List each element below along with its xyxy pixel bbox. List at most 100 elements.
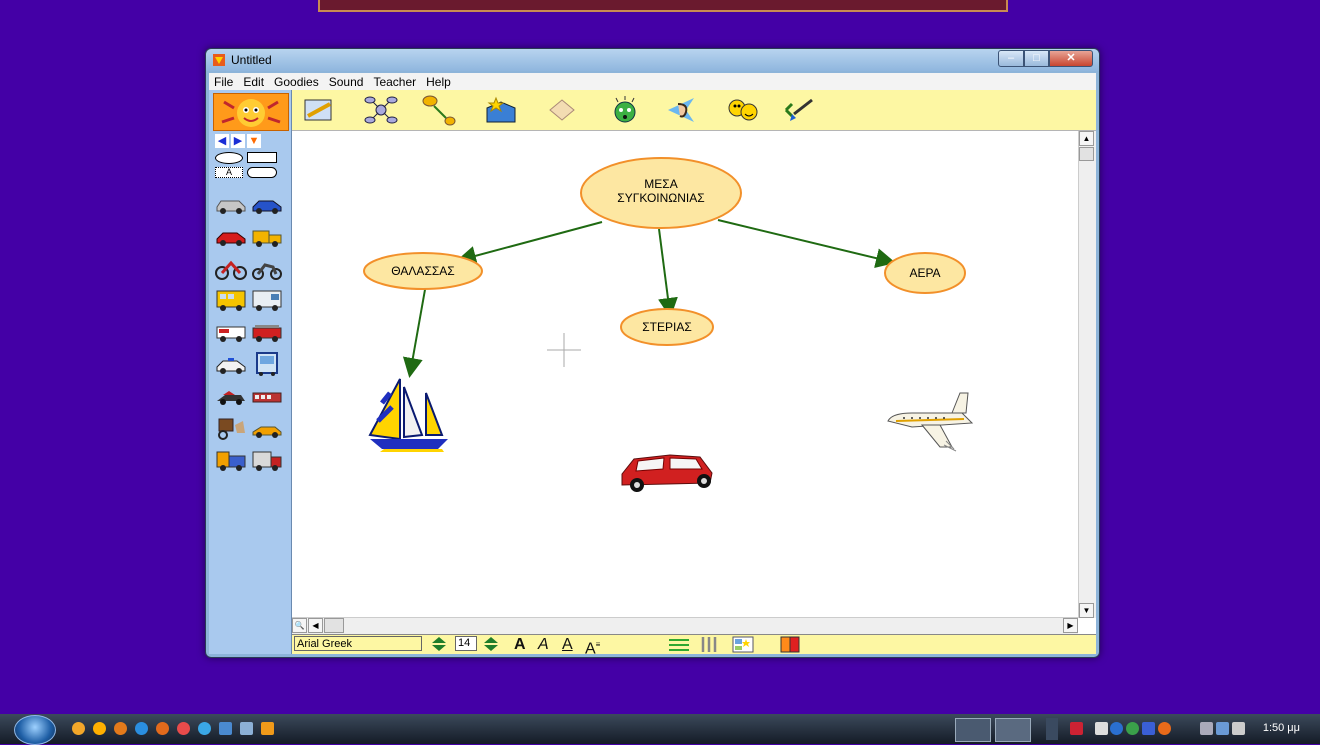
scroll-left-icon[interactable]: ◀ (308, 618, 323, 633)
taskbar-word-button[interactable] (955, 718, 991, 742)
airplane-image[interactable] (887, 392, 974, 452)
font-size-field[interactable]: 14 (455, 636, 477, 651)
palette-next-icon[interactable]: ▶ (231, 134, 245, 148)
rounded-rect-shape-icon[interactable] (247, 167, 277, 178)
node-land[interactable]: ΣΤΕΡΙΑΣ (620, 308, 714, 346)
mascot-icon[interactable] (213, 93, 289, 131)
taskbar-clock[interactable]: 1:50 μμ (1263, 722, 1300, 734)
node-root[interactable]: ΜΕΣΑ ΣΥΓΚΟΙΝΩΝΙΑΣ (580, 157, 742, 229)
idea-face-icon[interactable] (608, 94, 642, 126)
bold-icon[interactable]: A (514, 635, 526, 654)
node-sea[interactable]: ΘΑΛΑΣΣΑΣ (363, 252, 483, 290)
clipart-police-car-icon[interactable] (215, 351, 247, 377)
taskbar-app3-icon[interactable] (114, 722, 127, 735)
actors-faces-icon[interactable] (726, 94, 760, 126)
node-air[interactable]: ΑΕΡΑ (884, 252, 966, 294)
taskbar-chrome-icon[interactable] (177, 722, 190, 735)
palette-menu-icon[interactable]: ▼ (247, 134, 261, 148)
clipart-carriage-icon[interactable] (215, 415, 247, 441)
clipart-race-car-icon[interactable] (215, 383, 247, 409)
taskbar-app2-icon[interactable] (93, 722, 106, 735)
clipart-schoolbus-icon[interactable] (215, 287, 247, 313)
clipart-red-car-icon[interactable] (215, 223, 247, 249)
color-palette-icon[interactable] (780, 636, 800, 653)
scroll-down-icon[interactable]: ▼ (1079, 603, 1094, 618)
scroll-up-icon[interactable]: ▲ (1079, 131, 1094, 146)
link-root-air[interactable] (717, 219, 896, 268)
clipart-sports-car-icon[interactable] (251, 415, 283, 441)
taskbar-app10-icon[interactable] (261, 722, 274, 735)
listen-ear-icon[interactable] (664, 94, 698, 126)
diagram-canvas[interactable]: ΜΕΣΑ ΣΥΓΚΟΙΝΩΝΙΑΣ ΘΑΛΑΣΣΑΣ ΣΤΕΡΙΑΣ ΑΕΡΑ (292, 131, 1078, 618)
link-root-land[interactable] (658, 228, 678, 318)
tray-m-icon[interactable] (1142, 722, 1155, 735)
clipart-convertible-icon[interactable] (215, 191, 247, 217)
tray-keyboard-icon[interactable] (1070, 722, 1083, 735)
tray-network-icon[interactable] (1216, 722, 1229, 735)
taskbar-firefox-icon[interactable] (156, 722, 169, 735)
horizontal-scrollbar[interactable]: 🔍 ◀ ▶ (292, 617, 1078, 635)
close-button[interactable]: ✕ (1049, 50, 1093, 67)
picture-view-icon[interactable] (302, 94, 336, 126)
clipart-tanker-icon[interactable] (215, 447, 247, 473)
ellipse-shape-icon[interactable] (215, 152, 243, 164)
scroll-right-icon[interactable]: ▶ (1063, 618, 1078, 633)
taskbar-app1-icon[interactable] (72, 722, 85, 735)
clipart-ambulance-icon[interactable] (215, 319, 247, 345)
minimize-button[interactable]: – (998, 50, 1024, 67)
horizontal-scroll-thumb[interactable] (324, 618, 344, 633)
vertical-scroll-thumb[interactable] (1079, 147, 1094, 161)
start-button[interactable] (14, 715, 56, 745)
clipart-firetruck-icon[interactable] (251, 319, 283, 345)
taskbar-inspiration-button[interactable] (995, 718, 1031, 742)
tray-app-icon[interactable] (1110, 722, 1123, 735)
symbol-pattern-icon[interactable] (732, 636, 754, 653)
rectangle-shape-icon[interactable] (247, 152, 277, 163)
tray-network-app-icon[interactable] (1126, 722, 1139, 735)
clipart-scooter-icon[interactable] (251, 255, 283, 281)
tray-orange-icon[interactable] (1158, 722, 1171, 735)
menu-sound[interactable]: Sound (324, 75, 369, 89)
clipart-blue-car-icon[interactable] (251, 191, 283, 217)
font-updown-icon[interactable] (430, 636, 448, 652)
clipart-delivery-truck-icon[interactable] (251, 447, 283, 473)
paint-brush-icon[interactable] (782, 94, 816, 126)
goodies-box-icon[interactable] (484, 94, 518, 126)
vertical-scrollbar[interactable]: ▲ ▼ (1078, 131, 1096, 618)
line-style-icon[interactable] (668, 637, 690, 652)
text-shape-icon[interactable]: A (215, 167, 243, 178)
title-bar[interactable]: Untitled – □ ✕ (206, 49, 1099, 71)
size-updown-icon[interactable] (482, 636, 500, 652)
palette-prev-icon[interactable]: ◀ (215, 134, 229, 148)
line-weight-icon[interactable] (700, 637, 720, 652)
sailboat-image[interactable] (368, 378, 448, 452)
link-sea-boat[interactable] (402, 283, 427, 378)
eraser-icon[interactable] (544, 94, 578, 126)
concept-map-icon[interactable] (364, 94, 398, 126)
menu-goodies[interactable]: Goodies (269, 75, 324, 89)
clipart-truck-icon[interactable] (251, 223, 283, 249)
underline-icon[interactable]: A (562, 635, 573, 654)
tray-volume-icon[interactable] (1232, 722, 1245, 735)
taskbar-app7-icon[interactable] (198, 722, 211, 735)
taskbar-scroll-arrows[interactable] (1046, 718, 1058, 740)
clipart-motorbike-icon[interactable] (215, 255, 247, 281)
taskbar-app9-icon[interactable] (240, 722, 253, 735)
menu-teacher[interactable]: Teacher (368, 75, 421, 89)
tray-power-icon[interactable] (1200, 722, 1213, 735)
link-root-sea[interactable] (456, 221, 603, 266)
taskbar-ie-icon[interactable] (135, 722, 148, 735)
clipart-city-bus-icon[interactable] (251, 351, 283, 377)
text-style-icon[interactable]: A≡ (585, 635, 600, 654)
clipart-van-icon[interactable] (251, 287, 283, 313)
zoom-icon[interactable]: 🔍 (292, 618, 307, 633)
create-link-icon[interactable] (422, 94, 456, 126)
font-name-select[interactable]: Arial Greek (294, 636, 422, 651)
car-image[interactable] (621, 454, 713, 492)
tray-chevron-icon[interactable] (1095, 722, 1108, 735)
menu-edit[interactable]: Edit (238, 75, 269, 89)
menu-help[interactable]: Help (421, 75, 456, 89)
taskbar-app8-icon[interactable] (219, 722, 232, 735)
maximize-button[interactable]: □ (1024, 50, 1049, 67)
clipart-train-icon[interactable] (251, 383, 283, 409)
